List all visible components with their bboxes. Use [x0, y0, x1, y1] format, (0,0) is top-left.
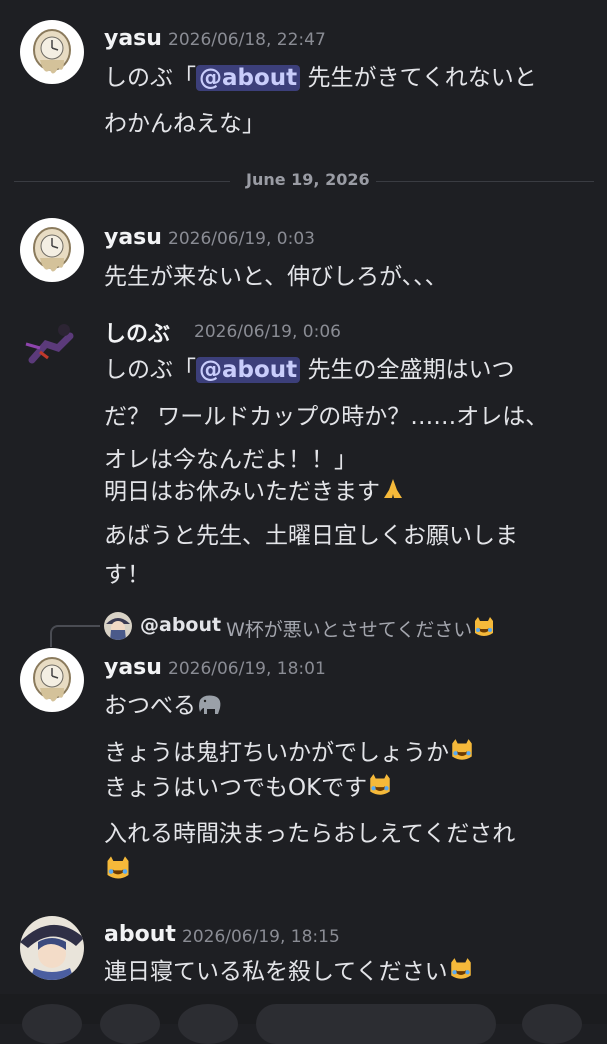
avatar-yasu[interactable]: [20, 20, 84, 84]
add-attachment-button[interactable]: [22, 1004, 82, 1044]
apps-button[interactable]: [100, 1004, 160, 1044]
laughing-cat-icon: [449, 737, 473, 761]
message-text: 先生が来ないと、伸びしろが、、、: [104, 264, 448, 290]
gift-button[interactable]: [178, 1004, 238, 1044]
avatar-shinobu[interactable]: [18, 308, 88, 378]
mention-about[interactable]: @about: [196, 65, 301, 91]
message-text: す！: [104, 562, 150, 588]
author-name[interactable]: yasu: [104, 655, 162, 680]
message-text: オレは今なんだよ！！」: [104, 447, 357, 473]
timestamp: 2026/06/19, 0:06: [194, 322, 341, 342]
timestamp: 2026/06/18, 22:47: [168, 30, 326, 50]
avatar-about-small[interactable]: [104, 612, 132, 640]
folded-hands-icon: [380, 476, 404, 500]
message-text: あばうと先生、土曜日宜しくお願いしま: [104, 523, 518, 549]
timestamp: 2026/06/19, 18:01: [168, 659, 326, 679]
message-text: きょうは鬼打ちいかがでしょうか: [104, 733, 473, 767]
message-text: 連日寝ている私を殺してください: [104, 952, 472, 986]
author-name[interactable]: yasu: [104, 225, 162, 250]
message-text: わかんねえな」: [104, 111, 265, 137]
timestamp: 2026/06/19, 18:15: [182, 927, 340, 947]
message-text: きょうはいつでもOKです: [104, 768, 391, 802]
author-name[interactable]: about: [104, 922, 176, 947]
voice-button[interactable]: [522, 1004, 582, 1044]
date-divider: June 19, 2026: [246, 170, 370, 189]
reply-author[interactable]: @about: [140, 614, 221, 636]
message-text: 入れる時間決まったらおしえてくだされ: [104, 821, 516, 847]
avatar-yasu[interactable]: [20, 648, 84, 712]
laughing-cat-icon: [448, 956, 472, 980]
laughing-cat-icon: [472, 615, 496, 639]
timestamp: 2026/06/19, 0:03: [168, 229, 315, 249]
avatar-yasu[interactable]: [20, 218, 84, 282]
message-text: 明日はお休みいただきます: [104, 472, 404, 506]
message-text: だ？ ワールドカップの時か？……オレは、: [104, 404, 549, 430]
avatar-about[interactable]: [20, 916, 84, 980]
date-divider-right: [376, 181, 594, 182]
reply-preview-text[interactable]: W杯が悪いとさせてください: [226, 615, 496, 642]
elephant-icon: [196, 692, 221, 716]
message-text: おつべる: [104, 686, 221, 720]
date-divider-left: [14, 181, 230, 182]
laughing-cat-icon: [104, 854, 129, 879]
author-name[interactable]: しのぶ: [104, 316, 170, 348]
laughing-cat-icon: [367, 772, 391, 796]
author-name[interactable]: yasu: [104, 26, 162, 51]
message-text: しのぶ「 @about 先生がきてくれないと: [104, 65, 537, 91]
message-text: [104, 854, 129, 885]
message-input[interactable]: [256, 1004, 496, 1044]
mention-about[interactable]: @about: [196, 357, 301, 383]
message-text: しのぶ「 @about 先生の全盛期はいつ: [104, 357, 515, 383]
reply-connector: [50, 625, 100, 647]
